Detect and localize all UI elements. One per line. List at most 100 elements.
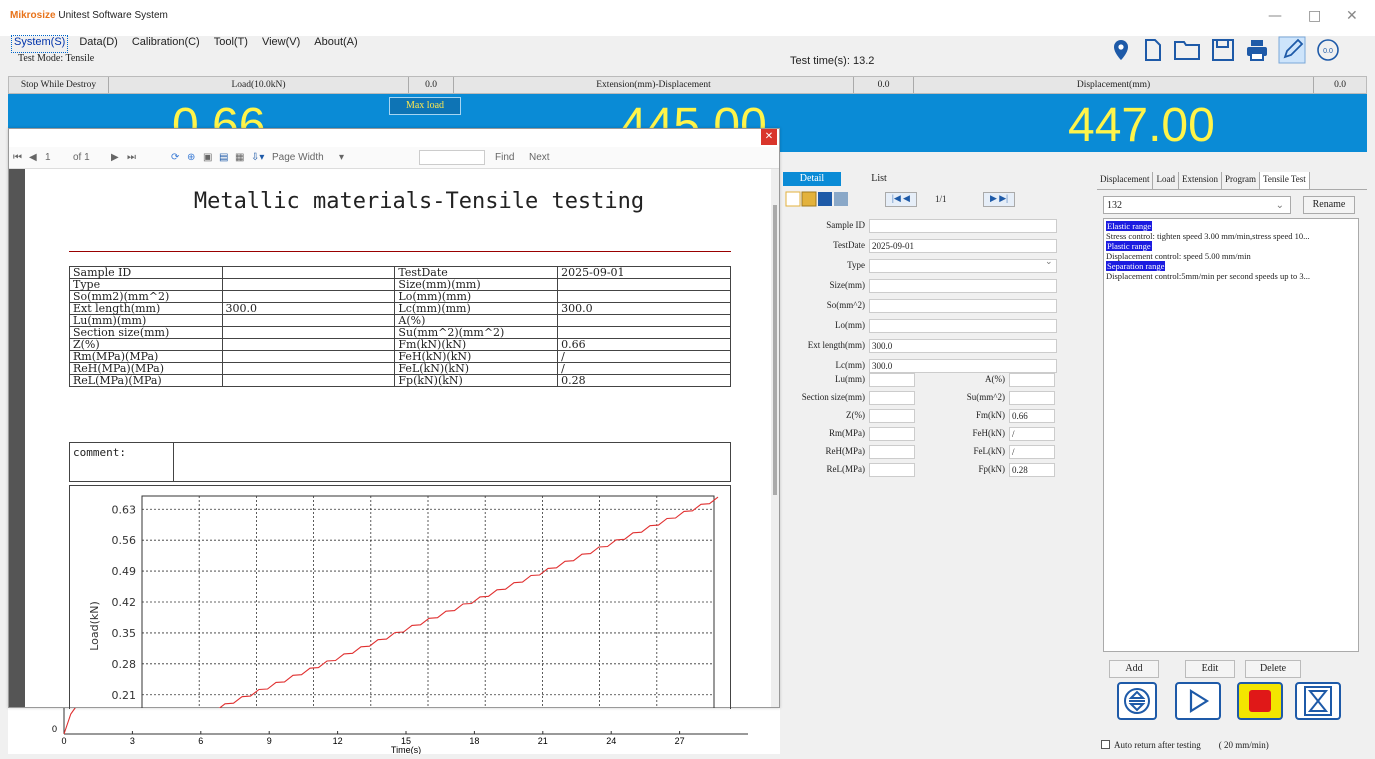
program-step-head[interactable]: Separation range: [1106, 261, 1166, 271]
field-input[interactable]: [869, 463, 915, 477]
return-speed: ( 20 mm/min): [1218, 740, 1269, 750]
add-button[interactable]: Add: [1109, 660, 1159, 678]
field-input[interactable]: 300.0: [869, 359, 1057, 373]
refresh-icon[interactable]: ⟳: [171, 152, 179, 163]
program-step-text[interactable]: Stress control: tighten speed 3.00 mm/mi…: [1106, 231, 1356, 241]
prev-page-icon[interactable]: ◀: [29, 152, 37, 163]
tab-extension[interactable]: Extension: [1179, 172, 1222, 189]
list-item[interactable]: Separation range: [1106, 261, 1356, 271]
displacement-zero[interactable]: 0.0: [1314, 77, 1366, 93]
tab-detail[interactable]: Detail: [783, 172, 841, 186]
last-page-icon[interactable]: ⏭: [127, 152, 136, 163]
crosshead-move-button[interactable]: [1117, 682, 1157, 720]
detail-prev-buttons[interactable]: |◀ ◀: [885, 192, 917, 207]
list-item[interactable]: Plastic range: [1106, 241, 1356, 251]
hourglass-button[interactable]: [1295, 682, 1341, 720]
chevron-down-icon: ⌄: [1045, 256, 1053, 266]
field-input[interactable]: [869, 219, 1057, 233]
new-file-icon[interactable]: [1140, 37, 1164, 63]
list-item[interactable]: Elastic range: [1106, 221, 1356, 231]
zoom-dropdown-icon[interactable]: ▾: [339, 152, 344, 163]
delete-button[interactable]: Delete: [1245, 660, 1301, 678]
report-scrollbar[interactable]: [771, 169, 779, 707]
x-tick-label: 24: [606, 736, 616, 746]
field-input[interactable]: [869, 373, 915, 387]
menu-about[interactable]: About(A): [312, 36, 359, 52]
field-input[interactable]: [869, 299, 1057, 313]
report-print-icon[interactable]: ▣: [203, 152, 212, 163]
detail-page: 1/1: [935, 194, 947, 204]
load-zero[interactable]: 0.0: [409, 77, 454, 93]
field-input[interactable]: [869, 391, 915, 405]
program-step-head[interactable]: Plastic range: [1106, 241, 1152, 251]
maximize-button[interactable]: □: [1308, 8, 1321, 24]
field-input[interactable]: 0.28: [1009, 463, 1055, 477]
menu-system[interactable]: System(S): [10, 35, 69, 53]
minimize-button[interactable]: —: [1268, 8, 1282, 24]
field-input[interactable]: [869, 319, 1057, 333]
report-scroll-thumb[interactable]: [773, 205, 777, 495]
location-icon[interactable]: [1110, 38, 1132, 62]
report-close-button[interactable]: ✕: [761, 129, 777, 145]
program-step-head[interactable]: Elastic range: [1106, 221, 1153, 231]
table-label: Ext length(mm): [69, 302, 223, 315]
field-input[interactable]: 300.0: [869, 339, 1057, 353]
field-input[interactable]: /: [1009, 427, 1055, 441]
field-input[interactable]: [1009, 391, 1055, 405]
close-button[interactable]: ✕: [1346, 8, 1358, 24]
max-load-button[interactable]: Max load: [389, 97, 461, 115]
zero-reset-icon[interactable]: 0.0: [1314, 36, 1342, 64]
field-input[interactable]: [869, 279, 1057, 293]
tab-list[interactable]: List: [849, 172, 909, 186]
extension-zero[interactable]: 0.0: [854, 77, 914, 93]
first-page-icon[interactable]: ⏮: [13, 152, 22, 163]
page-number[interactable]: 1: [45, 152, 51, 163]
auto-return-checkbox[interactable]: [1101, 740, 1110, 749]
stop-while-destroy[interactable]: Stop While Destroy: [9, 77, 109, 93]
menu-data[interactable]: Data(D): [77, 36, 120, 52]
displacement-header: Displacement(mm): [914, 77, 1314, 93]
open-folder-icon[interactable]: [1172, 37, 1202, 63]
menu-calibration[interactable]: Calibration(C): [130, 36, 202, 52]
detail-file-icons[interactable]: [785, 190, 865, 208]
field-input[interactable]: [869, 409, 915, 423]
tab-program[interactable]: Program: [1222, 172, 1260, 189]
export-icon[interactable]: ⊕: [187, 152, 195, 163]
next-button[interactable]: Next: [529, 152, 550, 163]
field-input[interactable]: /: [1009, 445, 1055, 459]
field-input[interactable]: [1009, 373, 1055, 387]
field-label: FeL(kN): [973, 446, 1006, 456]
field-input[interactable]: 0.66: [1009, 409, 1055, 423]
print-icon[interactable]: [1244, 37, 1270, 63]
find-button[interactable]: Find: [495, 152, 514, 163]
find-input[interactable]: [419, 150, 485, 165]
field-input[interactable]: [869, 259, 1057, 273]
table-row: So(mm2)(mm^2) Lo(mm)(mm): [69, 290, 731, 303]
tab-displacement[interactable]: Displacement: [1097, 172, 1154, 189]
menu-view[interactable]: View(V): [260, 36, 302, 52]
export-dropdown-icon[interactable]: ⇩▾: [251, 152, 264, 163]
page-layout-icon[interactable]: ▤: [219, 152, 228, 163]
save-icon[interactable]: [1210, 37, 1236, 63]
start-button[interactable]: [1175, 682, 1221, 720]
program-list[interactable]: Elastic range Stress control: tighten spe…: [1103, 218, 1359, 652]
edit-button[interactable]: Edit: [1185, 660, 1235, 678]
next-page-icon[interactable]: ▶: [111, 152, 119, 163]
program-step-text[interactable]: Displacement control:5mm/min per second …: [1106, 271, 1356, 281]
field-input[interactable]: 2025-09-01: [869, 239, 1057, 253]
field-label: ReH(MPa): [825, 446, 866, 456]
program-step-text[interactable]: Displacement control: speed 5.00 mm/min: [1106, 251, 1356, 261]
field-input[interactable]: [869, 427, 915, 441]
rename-button[interactable]: Rename: [1303, 196, 1355, 214]
zoom-select[interactable]: Page Width: [272, 152, 324, 163]
field-input[interactable]: [869, 445, 915, 459]
menu-tool[interactable]: Tool(T): [212, 36, 250, 52]
tab-load[interactable]: Load: [1153, 172, 1179, 189]
crosshead-move-icon: [1124, 688, 1150, 714]
page-setup-icon[interactable]: ▦: [235, 152, 244, 163]
program-select[interactable]: 132 ⌄: [1103, 196, 1291, 214]
tab-tensile-test[interactable]: Tensile Test: [1259, 172, 1310, 189]
stop-button[interactable]: [1237, 682, 1283, 720]
edit-pencil-icon[interactable]: [1278, 36, 1306, 64]
detail-next-buttons[interactable]: ▶ ▶|: [983, 192, 1015, 207]
